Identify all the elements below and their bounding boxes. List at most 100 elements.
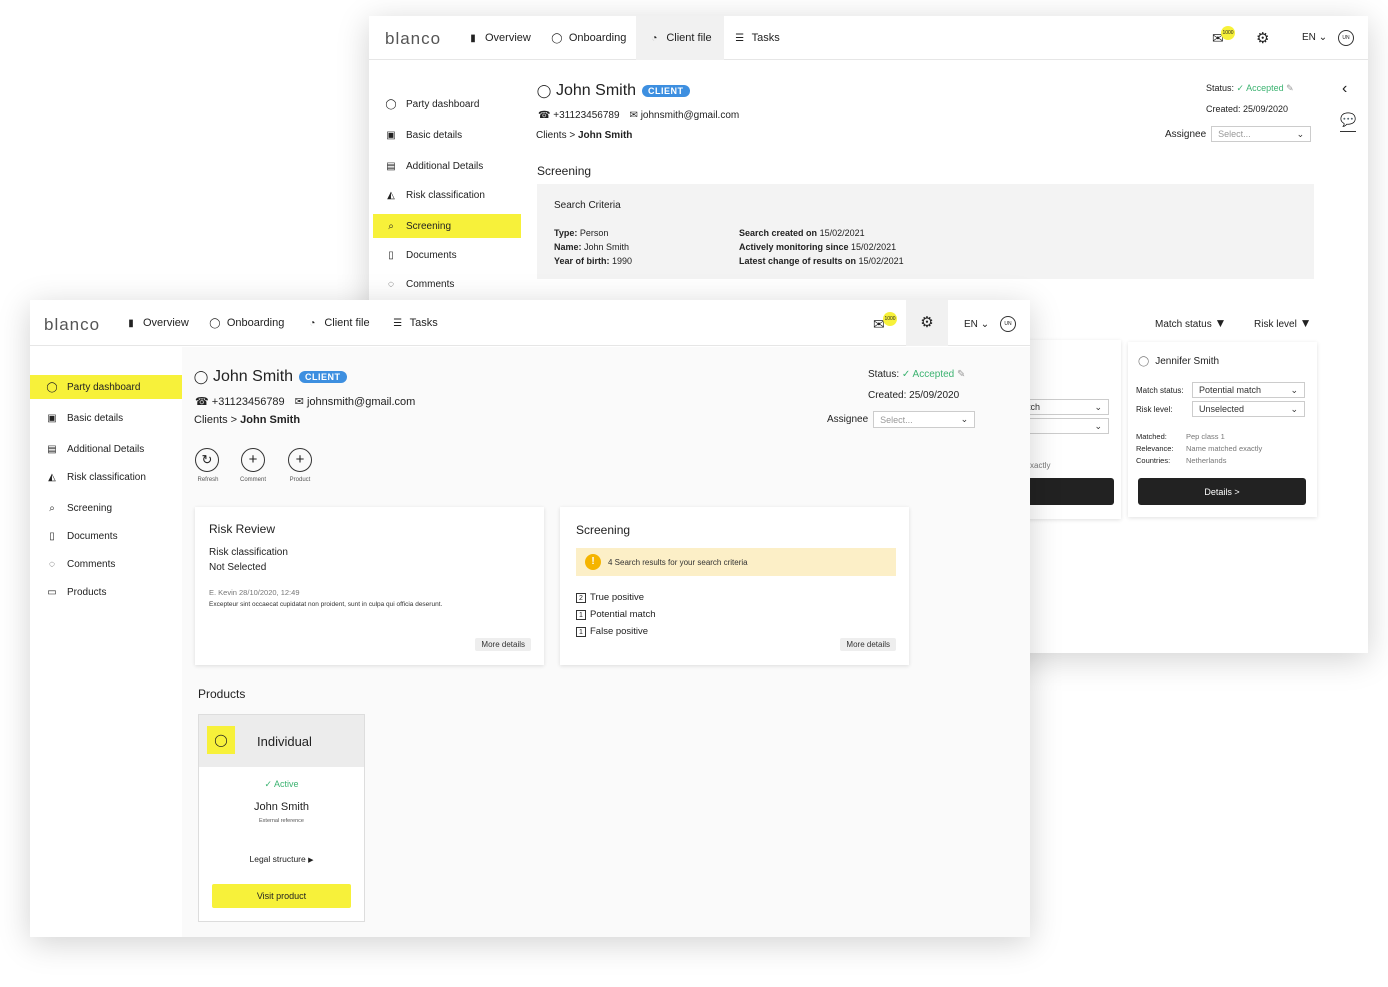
sidebar-item-additional-details[interactable]: ▤ Additional Details [369,154,521,178]
search-icon: ⌕ [49,502,55,514]
chevron-left-icon[interactable]: ‹ [1342,80,1347,98]
search-results-alert: ! 4 Search results for your search crite… [576,548,896,576]
top-bar: blanco ▮ Overview ◯ Onboarding ◔ Client fil… [369,16,1368,60]
check-icon: ✓ [264,779,272,789]
breadcrumb: Clients > John Smith [536,130,633,141]
mail-badge: 1000 [1221,26,1235,40]
sidebar-item-party-dashboard[interactable]: ◯ Party dashboard [30,375,182,399]
screening-card: Screening ! 4 Search results for your se… [560,507,909,665]
pencil-icon[interactable]: ✎ [1286,83,1294,93]
gear-button[interactable]: ⚙ [906,300,948,346]
document-plus-icon: ▤ [386,160,396,172]
client-badge: CLIENT [299,371,347,383]
products-title: Products [198,687,246,701]
chevron-down-icon: ⌄ [1318,32,1328,43]
sidebar-item-basic-details[interactable]: ▣ Basic details [369,123,521,147]
nav-tasks[interactable]: ☰ Tasks [382,300,448,346]
risk-level-row: Risk level: Unselected ⌄ [1136,401,1305,417]
sidebar-item-screening[interactable]: ⌕ Screening [30,496,182,520]
avatar[interactable]: UN [1338,30,1354,46]
screening-results-list: 2 True positive 1 Potential match 1 False p… [576,589,655,640]
product-card-title: Individual [257,734,312,749]
list-item[interactable]: 1 False positive [576,623,655,640]
chevron-down-icon: ⌄ [1094,401,1102,412]
breadcrumb: Clients > John Smith [194,414,301,426]
top-bar: blanco ▮ Overview ◯ Onboarding ◔ Client fil… [30,300,1030,346]
criteria-left: Type: Person Name: John Smith Year of bi… [554,228,633,266]
chat-icon[interactable]: 💬 [1340,112,1357,132]
id-card-icon: ▣ [47,412,57,424]
sidebar-item-products[interactable]: ▭ Products [30,580,182,604]
gear-icon: ⚙ [920,314,934,331]
match-status-row: Match status: Potential match ⌄ [1136,382,1305,398]
client-file-icon: ◔ [309,317,316,329]
product-status: ✓ Active [264,779,299,789]
filter-match-status[interactable]: Match status ▼ [1155,316,1226,330]
result-meta: Matched: Pep class 1 Relevance: Name match… [1136,432,1263,465]
assignee-select[interactable]: Select... ⌄ [1211,126,1312,142]
action-product[interactable]: + Product [285,448,315,483]
sidebar-item-screening[interactable]: ⌕ Screening [373,214,521,238]
more-details-button[interactable]: More details [840,638,896,651]
nav-tasks[interactable]: ☰ Tasks [724,16,790,60]
list-item[interactable]: 1 Potential match [576,606,655,623]
more-details-button[interactable]: More details [475,638,531,651]
match-status-select[interactable]: Potential match ⌄ [1192,382,1305,398]
main-nav: ▮ Overview ◯ Onboarding ◔ Client file ☰ Task… [115,300,448,346]
status-value: Accepted [1246,83,1284,93]
risk-level-select[interactable]: Unselected ⌄ [1192,401,1305,417]
user-icon: ◯ [385,98,397,110]
assignee-select[interactable]: Select... ⌄ [873,411,976,428]
client-file-icon: ◔ [651,32,658,44]
gear-icon[interactable]: ⚙ [1256,29,1269,47]
filter-risk-level[interactable]: Risk level ▼ [1254,316,1311,330]
result-card: ◯ Jennifer Smith Match status: Potential … [1128,342,1317,517]
nav-onboarding[interactable]: ◯ Onboarding [541,16,637,60]
nav-overview[interactable]: ▮ Overview [457,16,541,60]
details-button[interactable]: Details > [1138,478,1306,505]
contact-line: ☎ +31123456789 ✉ johnsmith@gmail.com [195,396,416,408]
language-select[interactable]: EN ⌄ [1302,32,1327,43]
chevron-down-icon: ⌄ [1290,384,1298,395]
nav-client-file[interactable]: ◔ Client file [294,300,381,346]
action-refresh[interactable]: ↻ Refresh [195,448,221,483]
id-card-icon: ▣ [386,129,396,141]
sidebar-item-comments[interactable]: ◌ Comments [369,272,521,296]
status-value: Accepted [912,369,955,380]
user-icon: ◯ [209,317,221,329]
external-reference: External reference [259,818,304,824]
phone-icon: ☎ [538,110,551,121]
language-select[interactable]: EN ⌄ [964,319,989,330]
sidebar-item-documents[interactable]: ▯ Documents [369,243,521,267]
client-header: ◯ John Smith CLIENT [537,82,690,100]
phone-icon: ☎ [195,396,209,408]
sidebar-item-risk-classification[interactable]: ◭ Risk classification [369,183,521,207]
sidebar-item-additional-details[interactable]: ▤ Additional Details [30,437,182,461]
sidebar-item-party-dashboard[interactable]: ◯ Party dashboard [369,92,521,116]
visit-product-button[interactable]: Visit product [212,884,351,908]
nav-overview[interactable]: ▮ Overview [115,300,199,346]
status: Status: ✓ Accepted ✎ [868,369,966,380]
criteria-right: Search created on 15/02/2021 Actively mo… [739,228,904,266]
sidebar-item-comments[interactable]: ◌ Comments [30,552,182,576]
client-header: ◯ John Smith CLIENT [194,368,347,386]
right-rail: ‹ 💬 [1333,60,1368,653]
nav-onboarding[interactable]: ◯ Onboarding [199,300,295,346]
chevron-down-icon: ⌄ [1290,403,1298,414]
avatar[interactable]: UN [1000,316,1016,332]
sidebar-item-documents[interactable]: ▯ Documents [30,524,182,548]
list-item[interactable]: 2 True positive [576,589,655,606]
nav-client-file[interactable]: ◔ Client file [636,16,724,60]
main-content: ◯ John Smith CLIENT ☎ +31123456789 ✉ joh… [182,347,1030,937]
result-name: ◯ Jennifer Smith [1138,356,1220,367]
pencil-icon[interactable]: ✎ [957,369,965,380]
document-icon: ▯ [49,530,55,542]
document-plus-icon: ▤ [47,443,57,455]
plus-icon: + [241,448,265,472]
chevron-down-icon: ⌄ [1094,420,1102,431]
sidebar-item-risk-classification[interactable]: ◭ Risk classification [30,465,182,489]
front-window: blanco ▮ Overview ◯ Onboarding ◔ Client fil… [30,300,1030,937]
action-comment[interactable]: + Comment [238,448,268,483]
legal-structure-link[interactable]: Legal structure ▶ [199,854,364,864]
sidebar-item-basic-details[interactable]: ▣ Basic details [30,406,182,430]
